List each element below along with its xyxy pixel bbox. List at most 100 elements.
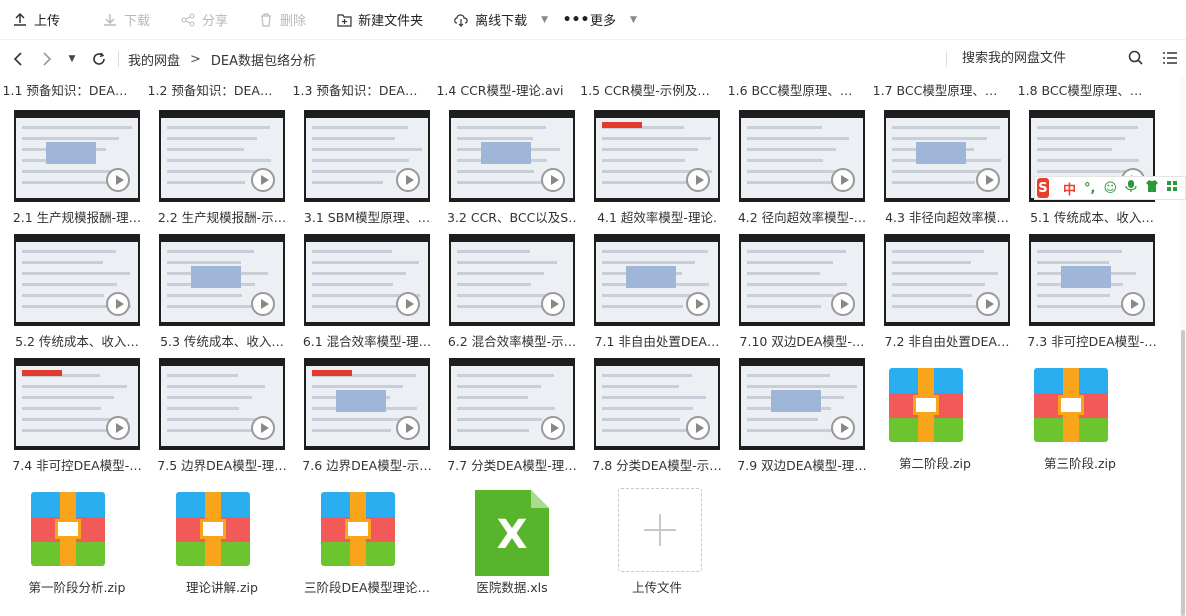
more-dropdown-icon[interactable]: ▼ <box>630 15 637 25</box>
file-item[interactable]: 第三阶段.zip <box>1015 358 1145 478</box>
video-file-item[interactable]: 7.9 双边DEA模型-理… <box>737 358 869 478</box>
file-item[interactable]: 理论讲解.zip <box>157 482 287 602</box>
video-file-item[interactable]: 7.3 非可控DEA模型-… <box>1027 234 1159 354</box>
video-file-item[interactable]: 3.2 CCR、BCC以及S… <box>447 110 579 230</box>
file-name[interactable]: 1.7 BCC模型原理、… <box>870 80 1000 99</box>
history-dropdown-icon[interactable]: ▼ <box>61 48 83 70</box>
voice-icon[interactable] <box>1125 179 1137 197</box>
file-item[interactable]: 第二阶段.zip <box>870 358 1000 478</box>
forward-arrow-icon[interactable] <box>36 48 58 70</box>
upload-button[interactable]: 上传 <box>12 0 60 40</box>
nav-divider <box>118 51 119 67</box>
file-item[interactable]: 第一阶段分析.zip <box>12 482 142 602</box>
back-arrow-icon[interactable] <box>7 48 29 70</box>
upload-dropzone[interactable] <box>618 488 702 572</box>
play-icon <box>541 168 565 192</box>
file-name: 医院数据.xls <box>476 580 548 595</box>
ime-punct[interactable]: °, <box>1084 181 1095 196</box>
play-icon <box>1121 292 1145 316</box>
file-item[interactable]: X 医院数据.xls <box>447 482 577 602</box>
video-file-item[interactable]: 6.1 混合效率模型-理… <box>303 234 434 354</box>
video-thumbnail <box>304 358 430 450</box>
new-folder-icon <box>336 12 352 28</box>
video-file-item[interactable]: 7.4 非可控DEA模型-… <box>12 358 144 478</box>
download-button[interactable]: 下载 <box>102 0 150 40</box>
file-name: 7.10 双边DEA模型-… <box>739 334 865 349</box>
file-name: 6.2 混合效率模型-示… <box>447 334 577 349</box>
ime-mode[interactable]: 中 <box>1063 179 1076 198</box>
breadcrumb-root[interactable]: 我的网盘 <box>128 50 180 69</box>
file-name[interactable]: 1.3 预备知识：DEA… <box>290 80 420 99</box>
video-file-item[interactable]: 4.2 径向超效率模型-… <box>737 110 869 230</box>
video-file-item[interactable]: 7.5 边界DEA模型-理… <box>157 358 289 478</box>
video-thumbnail <box>594 358 720 450</box>
file-name[interactable]: 1.6 BCC模型原理、… <box>725 80 855 99</box>
video-thumbnail <box>739 234 865 326</box>
scrollbar-thumb[interactable] <box>1181 330 1185 616</box>
play-icon <box>831 292 855 316</box>
play-icon <box>251 292 275 316</box>
breadcrumb-separator-icon: > <box>190 51 201 67</box>
upload-tile[interactable]: 上传文件 <box>592 482 722 602</box>
file-grid: 1.1 预备知识：DEA… 1.2 预备知识：DEA… 1.3 预备知识：DEA… 1… <box>0 78 1180 616</box>
share-button[interactable]: 分享 <box>180 0 228 40</box>
search-input[interactable]: 搜索我的网盘文件 <box>962 40 1066 78</box>
file-name[interactable]: 1.2 预备知识：DEA… <box>145 80 275 99</box>
emoji-icon[interactable]: ☺ <box>1103 181 1117 196</box>
file-item[interactable]: 三阶段DEA模型理论… <box>302 482 432 602</box>
ime-toolbar[interactable]: S 中 °, ☺ <box>1034 176 1186 200</box>
video-file-item[interactable]: 5.1 传统成本、收入… <box>1029 110 1159 230</box>
file-name[interactable]: 1.5 CCR模型-示例及… <box>580 80 710 99</box>
breadcrumb-current[interactable]: DEA数据包络分析 <box>211 50 316 69</box>
nav-bar: ▼ 我的网盘 > DEA数据包络分析 搜索我的网盘文件 <box>0 40 1186 78</box>
file-name: 7.8 分类DEA模型-示… <box>592 458 722 473</box>
file-name: 理论讲解.zip <box>186 580 258 595</box>
video-thumbnail <box>14 110 140 202</box>
more-button[interactable]: ••• 更多 <box>563 0 616 40</box>
excel-glyph: X <box>497 512 528 558</box>
search-icon[interactable] <box>1128 50 1144 70</box>
new-folder-button[interactable]: 新建文件夹 <box>336 0 423 40</box>
video-file-item[interactable]: 7.2 非自由处置DEA… <box>884 234 1014 354</box>
video-file-item[interactable]: 6.2 混合效率模型-示… <box>447 234 579 354</box>
delete-button[interactable]: 删除 <box>258 0 306 40</box>
video-file-item[interactable]: 5.2 传统成本、收入… <box>14 234 144 354</box>
video-file-item[interactable]: 7.8 分类DEA模型-示… <box>592 358 724 478</box>
download-icon <box>102 12 118 28</box>
ime-logo[interactable]: S <box>1037 178 1049 198</box>
toolbox-icon[interactable] <box>1167 179 1177 197</box>
excel-file-icon: X <box>475 490 549 576</box>
zip-icon <box>31 492 105 566</box>
file-name[interactable]: 1.1 预备知识：DEA… <box>0 80 130 99</box>
file-name: 4.2 径向超效率模型-… <box>737 210 867 225</box>
file-name: 4.3 非径向超效率模… <box>885 210 1009 225</box>
offline-download-button[interactable]: 离线下载 <box>453 0 527 40</box>
video-file-item[interactable]: 5.3 传统成本、收入… <box>159 234 289 354</box>
video-file-item[interactable]: 2.2 生产规模报酬-示… <box>158 110 289 230</box>
file-name[interactable]: 1.8 BCC模型原理、… <box>1015 80 1145 99</box>
file-name: 7.5 边界DEA模型-理… <box>157 458 287 473</box>
play-icon <box>251 416 275 440</box>
list-view-icon[interactable] <box>1162 50 1178 70</box>
skin-icon[interactable] <box>1145 179 1159 197</box>
file-name: 7.7 分类DEA模型-理… <box>447 458 577 473</box>
video-file-item[interactable]: 2.1 生产规模报酬-理… <box>13 110 144 230</box>
file-name: 3.1 SBM模型原理、… <box>303 210 431 225</box>
video-file-item[interactable]: 4.3 非径向超效率模… <box>884 110 1014 230</box>
video-thumbnail <box>884 234 1010 326</box>
refresh-icon[interactable] <box>88 48 110 70</box>
video-file-item[interactable]: 7.6 边界DEA模型-示… <box>302 358 434 478</box>
play-icon <box>396 168 420 192</box>
play-icon <box>106 168 130 192</box>
video-file-item[interactable]: 3.1 SBM模型原理、… <box>304 110 434 230</box>
video-file-item[interactable]: 7.1 非自由处置DEA… <box>594 234 724 354</box>
file-name[interactable]: 1.4 CCR模型-理论.avi <box>435 80 565 99</box>
video-file-item[interactable]: 4.1 超效率模型-理论. <box>594 110 724 230</box>
video-thumbnail <box>739 358 865 450</box>
file-name: 7.2 非自由处置DEA… <box>884 334 1010 349</box>
play-icon <box>106 292 130 316</box>
offline-dropdown-icon[interactable]: ▼ <box>541 15 548 25</box>
video-file-item[interactable]: 7.10 双边DEA模型-… <box>739 234 869 354</box>
play-icon <box>976 168 1000 192</box>
video-file-item[interactable]: 7.7 分类DEA模型-理… <box>447 358 579 478</box>
